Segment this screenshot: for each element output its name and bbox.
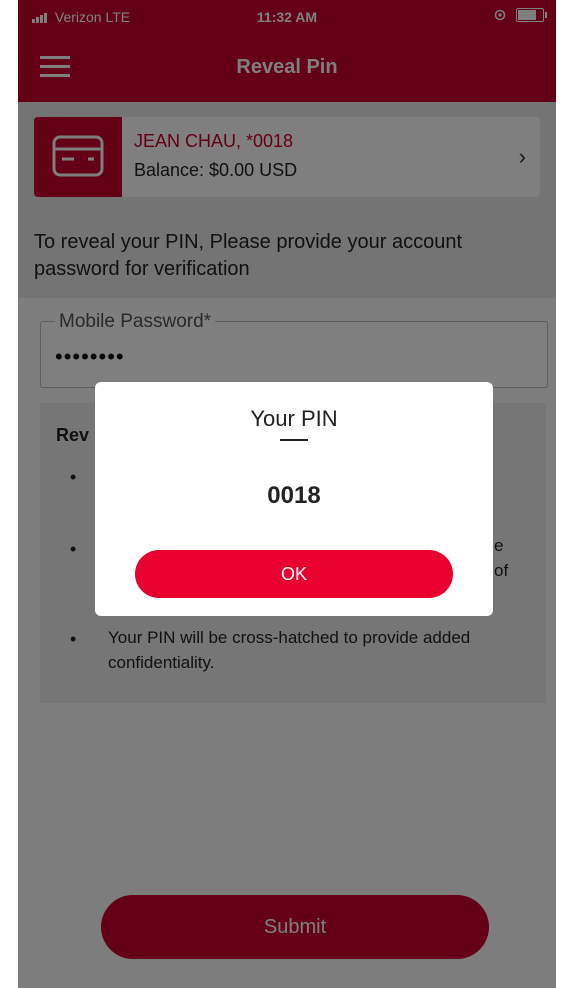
ok-button[interactable]: OK [135, 550, 453, 598]
phone-screen: Verizon LTE 11:32 AM Reveal Pin JEAN CHA… [18, 0, 556, 988]
title-divider [280, 439, 308, 441]
pin-value: 0018 [267, 482, 321, 509]
modal-title: Your PIN [250, 406, 338, 431]
pin-modal: Your PIN 0018 OK [95, 382, 493, 616]
